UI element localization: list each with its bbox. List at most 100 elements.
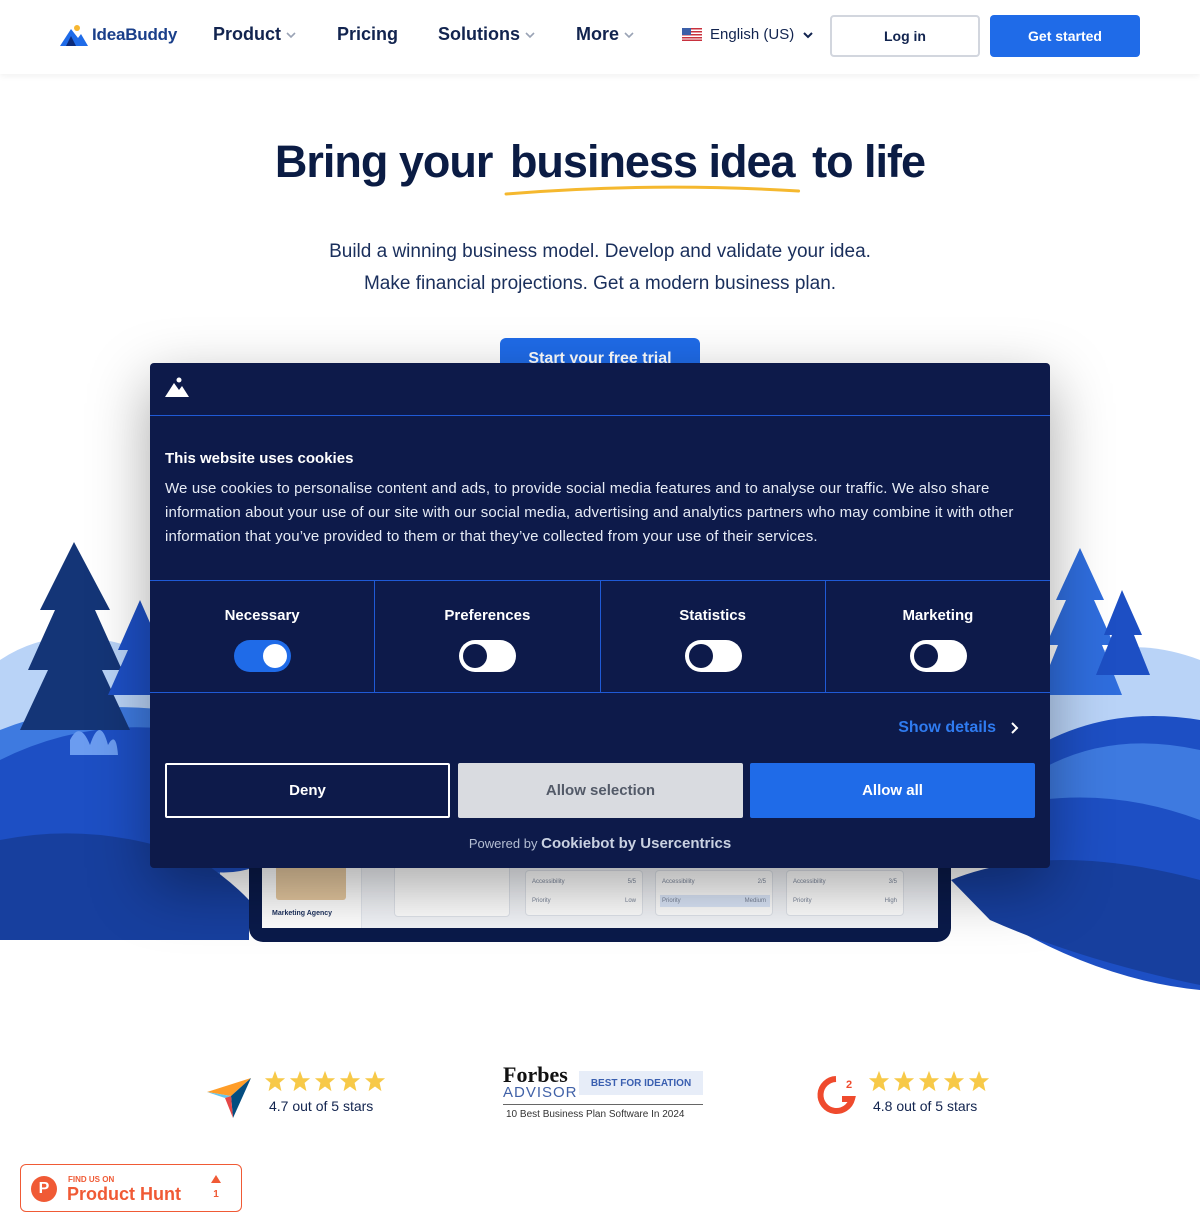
forbes-divider bbox=[503, 1104, 703, 1105]
toggle-knob bbox=[688, 644, 713, 668]
star-icon bbox=[918, 1070, 940, 1092]
us-flag-icon bbox=[682, 28, 702, 41]
chevron-down-icon bbox=[803, 31, 813, 38]
card-row-label: Accessibility bbox=[793, 879, 826, 885]
nav-more[interactable]: More bbox=[576, 24, 635, 45]
forbes-advisor: ADVISOR bbox=[503, 1084, 578, 1101]
logo-text: IdeaBuddy bbox=[92, 25, 178, 44]
cookie-description: We use cookies to personalise content an… bbox=[165, 480, 1014, 545]
consent-necessary-label: Necessary bbox=[224, 607, 300, 624]
cookie-dialog-header bbox=[150, 363, 1050, 416]
hero-title-start: Bring your bbox=[274, 136, 494, 187]
card-row-label: Accessibility bbox=[662, 879, 695, 885]
toggle-knob bbox=[463, 644, 488, 668]
cookiebot-link[interactable]: Cookiebot by Usercentrics bbox=[541, 835, 731, 852]
preferences-toggle[interactable] bbox=[459, 640, 517, 672]
hero-subtitle-line2: Make financial projections. Get a modern… bbox=[363, 273, 837, 294]
svg-text:2: 2 bbox=[846, 1079, 852, 1091]
marketing-toggle[interactable] bbox=[909, 640, 967, 672]
necessary-toggle[interactable] bbox=[234, 640, 292, 672]
product-hunt-upvotes: 1 bbox=[209, 1174, 223, 1202]
ideabuddy-logo[interactable]: IdeaBuddy bbox=[60, 24, 177, 46]
capterra-rating-text: 4.7 out of 5 stars bbox=[269, 1098, 374, 1114]
app-preview-card: Accessibility 3/5 Priority High bbox=[786, 870, 904, 916]
capterra-stars bbox=[264, 1070, 404, 1092]
hero-subtitle: Build a winning business model. Develop … bbox=[0, 236, 1200, 300]
app-preview-card-empty bbox=[394, 865, 510, 917]
consent-marketing: Marketing bbox=[826, 581, 1050, 692]
chevron-down-icon bbox=[525, 31, 535, 38]
product-hunt-name: Product Hunt bbox=[67, 1184, 181, 1204]
allow-all-button[interactable]: Allow all bbox=[750, 763, 1035, 818]
app-preview-card: Accessibility 5/5 Priority Low bbox=[525, 870, 643, 916]
consent-statistics-label: Statistics bbox=[679, 607, 746, 624]
cookie-consent-dialog: This website uses cookies We use cookies… bbox=[150, 363, 1050, 868]
card-row-label: Priority bbox=[662, 898, 681, 904]
nav-product-label: Product bbox=[213, 24, 282, 44]
consent-necessary: Necessary bbox=[150, 581, 376, 692]
toggle-knob bbox=[913, 644, 938, 668]
nav-more-label: More bbox=[576, 24, 620, 44]
get-started-button[interactable]: Get started bbox=[990, 15, 1140, 57]
language-selector[interactable]: English (US) bbox=[682, 26, 814, 43]
card-row-value: 5/5 bbox=[627, 879, 636, 885]
toggle-knob bbox=[263, 644, 288, 668]
star-icon bbox=[943, 1070, 965, 1092]
g2-rating-text: 4.8 out of 5 stars bbox=[873, 1098, 978, 1114]
consent-preferences-label: Preferences bbox=[444, 607, 531, 624]
consent-categories: Necessary Preferences Statistics Marketi… bbox=[150, 580, 1050, 693]
language-label: English (US) bbox=[710, 26, 795, 43]
card-row-value: High bbox=[884, 898, 897, 904]
consent-preferences: Preferences bbox=[375, 581, 601, 692]
powered-by: Powered by Cookiebot by Usercentrics bbox=[150, 835, 1050, 852]
product-hunt-badge[interactable]: P FIND US ON Product Hunt 1 bbox=[20, 1164, 242, 1212]
hero-subtitle-line1: Build a winning business model. Develop … bbox=[329, 241, 871, 262]
card-row-value: 2/5 bbox=[757, 879, 766, 885]
consent-marketing-label: Marketing bbox=[902, 607, 974, 624]
product-hunt-icon: P bbox=[31, 1176, 57, 1202]
powered-by-prefix: Powered by bbox=[468, 836, 538, 851]
star-icon bbox=[968, 1070, 990, 1092]
deny-button[interactable]: Deny bbox=[165, 763, 450, 818]
hero-title: Bring your business idea to life bbox=[0, 136, 1200, 196]
card-row-label: Accessibility bbox=[532, 879, 565, 885]
hero-title-highlight: business idea bbox=[504, 136, 801, 196]
star-icon bbox=[868, 1070, 890, 1092]
star-icon bbox=[314, 1070, 336, 1092]
card-row-value: 3/5 bbox=[888, 879, 897, 885]
upvote-count: 1 bbox=[213, 1189, 219, 1200]
capterra-logo-icon bbox=[207, 1078, 251, 1118]
consent-statistics: Statistics bbox=[601, 581, 826, 692]
card-row-label: Priority bbox=[793, 898, 812, 904]
star-icon bbox=[264, 1070, 286, 1092]
g2-logo-icon: 2 bbox=[817, 1076, 856, 1114]
login-button[interactable]: Log in bbox=[830, 15, 980, 57]
cookie-title: This website uses cookies bbox=[165, 450, 354, 467]
forbes-name: Forbes bbox=[503, 1062, 568, 1087]
nav-pricing[interactable]: Pricing bbox=[337, 24, 398, 45]
nav-pricing-label: Pricing bbox=[337, 24, 399, 44]
forbes-caption: 10 Best Business Plan Software In 2024 bbox=[506, 1109, 685, 1120]
main-nav: Product Pricing Solutions More bbox=[213, 24, 635, 45]
capterra-stars-group: 4.7 out of 5 stars bbox=[264, 1070, 404, 1114]
g2-stars bbox=[868, 1070, 1008, 1092]
nav-solutions-label: Solutions bbox=[438, 24, 521, 44]
show-details-link[interactable]: Show details bbox=[898, 719, 1020, 737]
star-icon bbox=[364, 1070, 386, 1092]
card-row-label: Priority bbox=[532, 898, 551, 904]
chevron-down-icon bbox=[286, 31, 296, 38]
show-details-label: Show details bbox=[898, 719, 996, 736]
chevron-down-icon bbox=[624, 31, 634, 38]
agency-label: Marketing Agency bbox=[272, 910, 333, 917]
app-preview-card: Accessibility 2/5 Priority Medium bbox=[655, 870, 773, 916]
statistics-toggle[interactable] bbox=[684, 640, 742, 672]
nav-solutions[interactable]: Solutions bbox=[438, 24, 536, 45]
mountain-logo-icon bbox=[165, 377, 189, 397]
g2-stars-group: 4.8 out of 5 stars bbox=[868, 1070, 1008, 1114]
highlight-underline bbox=[504, 185, 801, 196]
nav-product[interactable]: Product bbox=[213, 24, 297, 45]
best-for-ideation-badge: BEST FOR IDEATION bbox=[579, 1071, 703, 1095]
upvote-triangle-icon bbox=[211, 1175, 221, 1183]
mountain-logo-icon bbox=[60, 25, 88, 46]
allow-selection-button[interactable]: Allow selection bbox=[458, 763, 743, 818]
